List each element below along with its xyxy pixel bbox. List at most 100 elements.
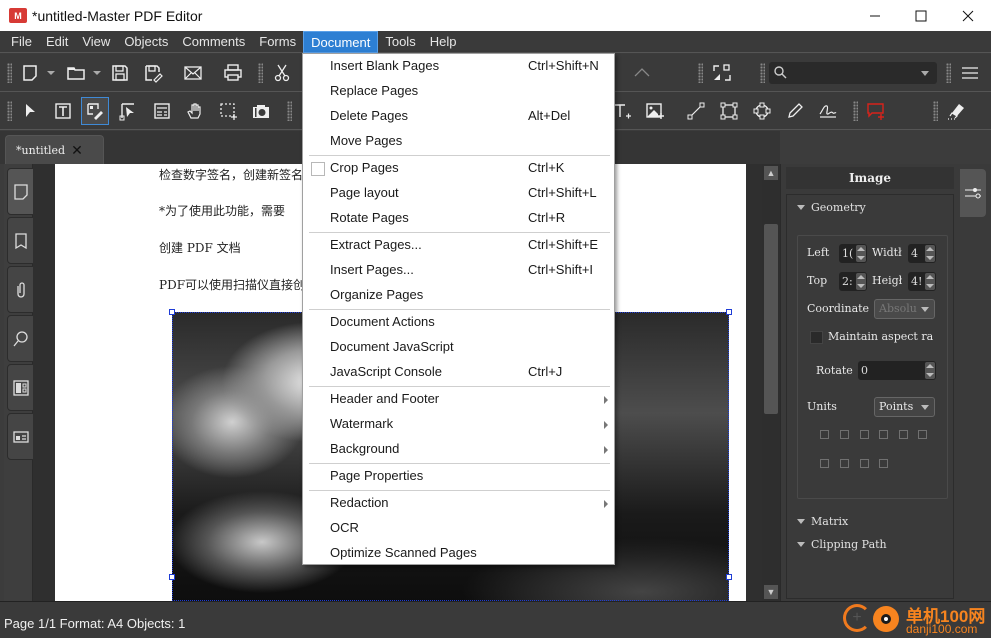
close-tab-icon[interactable]: ✕ <box>71 142 83 159</box>
search-icon[interactable] <box>7 315 35 362</box>
pencil-icon[interactable] <box>781 97 809 125</box>
toolbar-grip[interactable] <box>7 101 12 121</box>
add-comment-icon[interactable] <box>862 97 890 125</box>
menu-item-optimize-scanned-pages[interactable]: Optimize Scanned Pages <box>304 541 613 566</box>
menu-view[interactable]: View <box>75 31 117 53</box>
geometry-section-header[interactable]: Geometry <box>797 201 866 214</box>
menu-item-rotate-pages[interactable]: Rotate Pages Ctrl+R <box>304 206 613 231</box>
edit-forms-icon[interactable] <box>115 97 143 125</box>
search-box[interactable] <box>769 62 937 84</box>
align-bottom-icon[interactable] <box>918 430 927 439</box>
spin-arrows-icon[interactable] <box>925 245 935 262</box>
units-select[interactable]: Points <box>874 397 935 417</box>
save-as-icon[interactable] <box>139 59 167 87</box>
height-field[interactable] <box>908 272 936 291</box>
form-fields-icon[interactable] <box>148 97 176 125</box>
menu-item-delete-pages[interactable]: Delete Pages Alt+Del <box>304 104 613 129</box>
menu-document[interactable]: Document <box>303 30 379 53</box>
spin-arrows-icon[interactable] <box>856 245 866 262</box>
rectangle-icon[interactable] <box>715 97 743 125</box>
menu-item-document-actions[interactable]: Document Actions <box>304 310 613 335</box>
top-input[interactable] <box>842 274 854 289</box>
align-left-icon[interactable] <box>820 430 829 439</box>
menu-item-watermark[interactable]: Watermark <box>304 412 613 437</box>
height-input[interactable] <box>911 274 923 289</box>
open-folder-icon[interactable] <box>62 59 90 87</box>
menu-item-ocr[interactable]: OCR <box>304 516 613 541</box>
text-edit-icon[interactable] <box>49 97 77 125</box>
signatures-icon[interactable] <box>7 413 35 460</box>
menu-item-page-properties[interactable]: Page Properties <box>304 464 613 489</box>
bookmarks-icon[interactable] <box>7 217 35 264</box>
spin-arrows-icon[interactable] <box>925 362 935 379</box>
resize-handle[interactable] <box>726 309 732 315</box>
search-input[interactable] <box>789 64 919 82</box>
collapse-icon[interactable] <box>628 59 656 87</box>
spin-arrows-icon[interactable] <box>925 273 935 290</box>
menu-item-extract-pages[interactable]: Extract Pages... Ctrl+Shift+E <box>304 233 613 258</box>
width-field[interactable] <box>908 244 936 263</box>
menu-file[interactable]: File <box>4 31 39 53</box>
menu-item-organize-pages[interactable]: Organize Pages <box>304 283 613 308</box>
left-field[interactable] <box>839 244 867 263</box>
edit-image-icon[interactable] <box>81 97 109 125</box>
scroll-up-icon[interactable]: ▲ <box>764 166 778 180</box>
resize-handle[interactable] <box>169 309 175 315</box>
spin-arrows-icon[interactable] <box>856 273 866 290</box>
signature-icon[interactable] <box>814 97 842 125</box>
menu-item-replace-pages[interactable]: Replace Pages <box>304 79 613 104</box>
menu-item-document-javascript[interactable]: Document JavaScript <box>304 335 613 360</box>
menu-edit[interactable]: Edit <box>39 31 75 53</box>
toolbar-grip[interactable] <box>946 63 951 83</box>
resize-handle[interactable] <box>726 574 732 580</box>
clipping-section-header[interactable]: Clipping Path <box>797 538 887 551</box>
select-arrow-icon[interactable] <box>16 97 44 125</box>
coordinate-select[interactable]: Absolu <box>874 299 935 319</box>
line-icon[interactable] <box>682 97 710 125</box>
hand-icon[interactable] <box>181 97 209 125</box>
add-image-icon[interactable] <box>641 97 669 125</box>
fit-page-icon[interactable] <box>708 59 736 87</box>
properties-sliders-icon[interactable] <box>960 169 986 217</box>
menu-tools[interactable]: Tools <box>378 31 422 53</box>
toolbar-grip[interactable] <box>258 63 263 83</box>
distribute-vertical-icon[interactable] <box>840 459 849 468</box>
top-field[interactable] <box>839 272 867 291</box>
menu-objects[interactable]: Objects <box>117 31 175 53</box>
attachments-icon[interactable] <box>7 266 35 313</box>
close-button[interactable] <box>945 0 991 31</box>
toolbar-grip[interactable] <box>698 63 703 83</box>
align-middle-icon[interactable] <box>899 430 908 439</box>
marquee-icon[interactable] <box>214 97 242 125</box>
menu-item-move-pages[interactable]: Move Pages <box>304 129 613 154</box>
document-tab[interactable]: *untitled ✕ <box>5 135 104 165</box>
open-dropdown[interactable] <box>93 71 101 75</box>
distribute-horizontal-icon[interactable] <box>820 459 829 468</box>
vertical-scrollbar[interactable]: ▲ ▼ <box>762 164 780 601</box>
layers-icon[interactable] <box>7 364 35 411</box>
save-icon[interactable] <box>106 59 134 87</box>
maximize-button[interactable] <box>898 0 944 31</box>
toolbar-grip[interactable] <box>853 101 858 121</box>
scrollbar-thumb[interactable] <box>764 224 778 414</box>
toolbar-grip[interactable] <box>287 101 292 121</box>
rotate-input[interactable] <box>861 363 911 378</box>
eraser-icon[interactable] <box>942 97 970 125</box>
menu-item-page-layout[interactable]: Page layout Ctrl+Shift+L <box>304 181 613 206</box>
ellipse-icon[interactable] <box>748 97 776 125</box>
email-icon[interactable] <box>179 59 207 87</box>
menu-item-crop-pages[interactable]: Crop Pages Ctrl+K <box>304 156 613 181</box>
search-dropdown-icon[interactable] <box>921 71 929 76</box>
menu-item-background[interactable]: Background <box>304 437 613 462</box>
menu-item-insert-pages[interactable]: Insert Pages... Ctrl+Shift+I <box>304 258 613 283</box>
align-right-icon[interactable] <box>860 430 869 439</box>
menu-forms[interactable]: Forms <box>252 31 303 53</box>
align-center-icon[interactable] <box>840 430 849 439</box>
same-height-icon[interactable] <box>879 459 888 468</box>
matrix-section-header[interactable]: Matrix <box>797 515 848 528</box>
print-icon[interactable] <box>219 59 247 87</box>
new-document-icon[interactable] <box>16 59 44 87</box>
menu-item-header-footer[interactable]: Header and Footer <box>304 387 613 412</box>
left-input[interactable] <box>842 246 854 261</box>
sidebar-splitter[interactable] <box>33 164 55 601</box>
